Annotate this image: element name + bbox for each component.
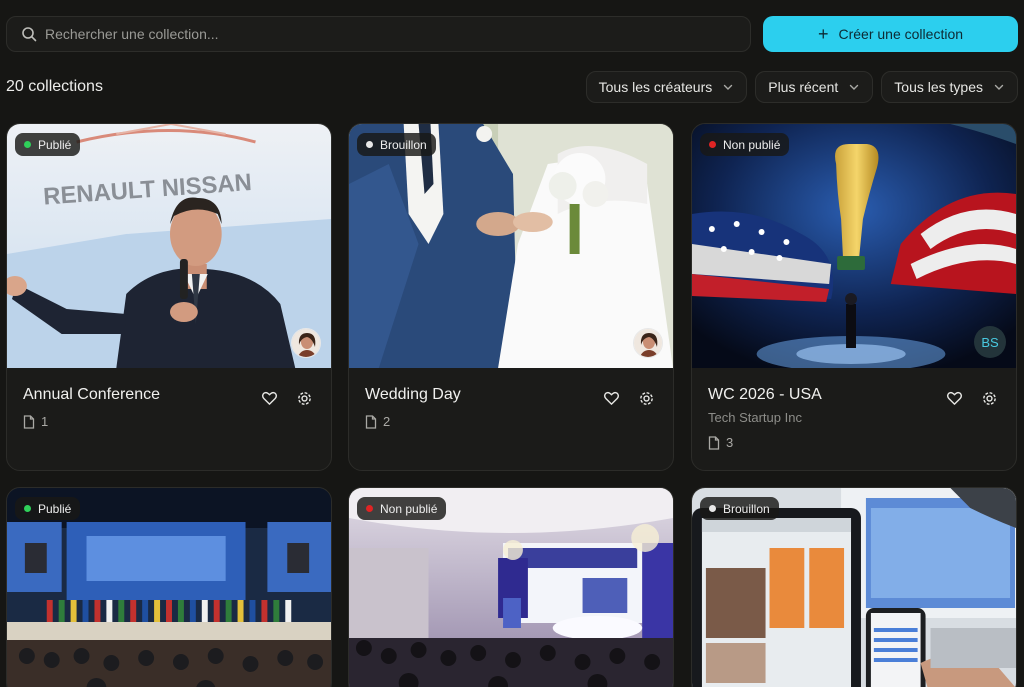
conference-speaker-image: RENAULT NISSAN	[7, 124, 331, 368]
collection-thumbnail[interactable]: Non publié BS	[692, 124, 1016, 368]
filter-bar: Tous les créateurs Plus récent Tous les …	[585, 71, 1018, 103]
chevron-down-icon	[724, 84, 733, 90]
file-count-value: 2	[383, 414, 391, 429]
status-badge: Publié	[15, 497, 81, 520]
collection-card-4[interactable]: Publié	[6, 487, 332, 687]
card-actions	[261, 390, 313, 407]
collection-owner: Tech Startup Inc	[708, 410, 802, 425]
filter-sort-label: Plus récent	[768, 79, 839, 95]
collection-card-annual-conference[interactable]: RENAULT NISSAN Publié Annual Conference …	[6, 123, 332, 471]
status-badge: Non publié	[357, 497, 447, 520]
card-actions	[603, 390, 655, 407]
status-label: Publié	[38, 137, 72, 152]
card-info: Wedding Day 2	[349, 368, 673, 470]
collection-thumbnail[interactable]: Brouillon	[349, 124, 673, 368]
filter-types[interactable]: Tous les types	[881, 71, 1018, 103]
status-label: Brouillon	[723, 501, 770, 516]
status-dot	[709, 141, 716, 148]
collection-card-6[interactable]: Brouillon	[691, 487, 1017, 687]
status-badge: Brouillon	[700, 497, 779, 520]
status-label: Publié	[38, 501, 72, 516]
filter-types-label: Tous les types	[894, 79, 983, 95]
collection-thumbnail[interactable]: Brouillon	[692, 488, 1016, 687]
create-collection-button[interactable]: + Créer une collection	[763, 16, 1018, 52]
file-icon	[365, 414, 377, 429]
heart-icon[interactable]	[946, 390, 963, 407]
world-cup-image	[692, 124, 1016, 368]
chevron-down-icon	[994, 84, 1004, 90]
status-dot	[366, 505, 373, 512]
filter-creators[interactable]: Tous les créateurs	[585, 71, 748, 103]
collection-card-5[interactable]: Non publié	[348, 487, 674, 687]
file-count-value: 3	[726, 435, 734, 450]
status-label: Brouillon	[380, 137, 427, 152]
status-dot	[24, 141, 31, 148]
top-bar: + Créer une collection	[6, 16, 1018, 52]
card-info: WC 2026 - USA Tech Startup Inc 3	[692, 368, 1016, 470]
filter-sort[interactable]: Plus récent	[755, 71, 874, 103]
collection-thumbnail[interactable]: RENAULT NISSAN Publié	[7, 124, 331, 368]
status-badge: Non publié	[700, 133, 790, 156]
collection-card-wedding-day[interactable]: Brouillon Wedding Day 2	[348, 123, 674, 471]
create-collection-label: Créer une collection	[838, 26, 964, 42]
file-count-value: 1	[41, 414, 49, 429]
collection-thumbnail[interactable]: Non publié	[349, 488, 673, 687]
card-info: Annual Conference 1	[7, 368, 331, 470]
status-dot	[366, 141, 373, 148]
card-actions	[946, 390, 998, 407]
chevron-down-icon	[850, 84, 859, 90]
filter-creators-label: Tous les créateurs	[598, 79, 713, 95]
status-badge: Publié	[15, 133, 81, 156]
collection-card-wc-2026-usa[interactable]: Non publié BS WC 2026 - USA Tech Startup…	[691, 123, 1017, 471]
collection-thumbnail[interactable]: Publié	[7, 488, 331, 687]
heart-icon[interactable]	[261, 390, 278, 407]
gear-icon[interactable]	[981, 390, 998, 407]
file-icon	[708, 435, 720, 450]
search-bar[interactable]	[6, 16, 751, 52]
avatar[interactable]	[291, 328, 321, 358]
wedding-image	[349, 124, 673, 368]
search-input[interactable]	[45, 26, 725, 42]
status-label: Non publié	[723, 137, 781, 152]
status-badge: Brouillon	[357, 133, 436, 156]
file-count: 2	[365, 414, 657, 429]
status-label: Non publié	[380, 501, 438, 516]
heart-icon[interactable]	[603, 390, 620, 407]
plus-icon: +	[817, 24, 829, 44]
gear-icon[interactable]	[638, 390, 655, 407]
gear-icon[interactable]	[296, 390, 313, 407]
file-icon	[23, 414, 35, 429]
file-count: 3	[708, 435, 1000, 450]
avatar[interactable]	[633, 328, 663, 358]
collection-count: 20 collections	[6, 78, 103, 95]
file-count: 1	[23, 414, 315, 429]
status-dot	[24, 505, 31, 512]
search-icon	[22, 27, 37, 42]
avatar[interactable]: BS	[974, 326, 1006, 358]
status-dot	[709, 505, 716, 512]
